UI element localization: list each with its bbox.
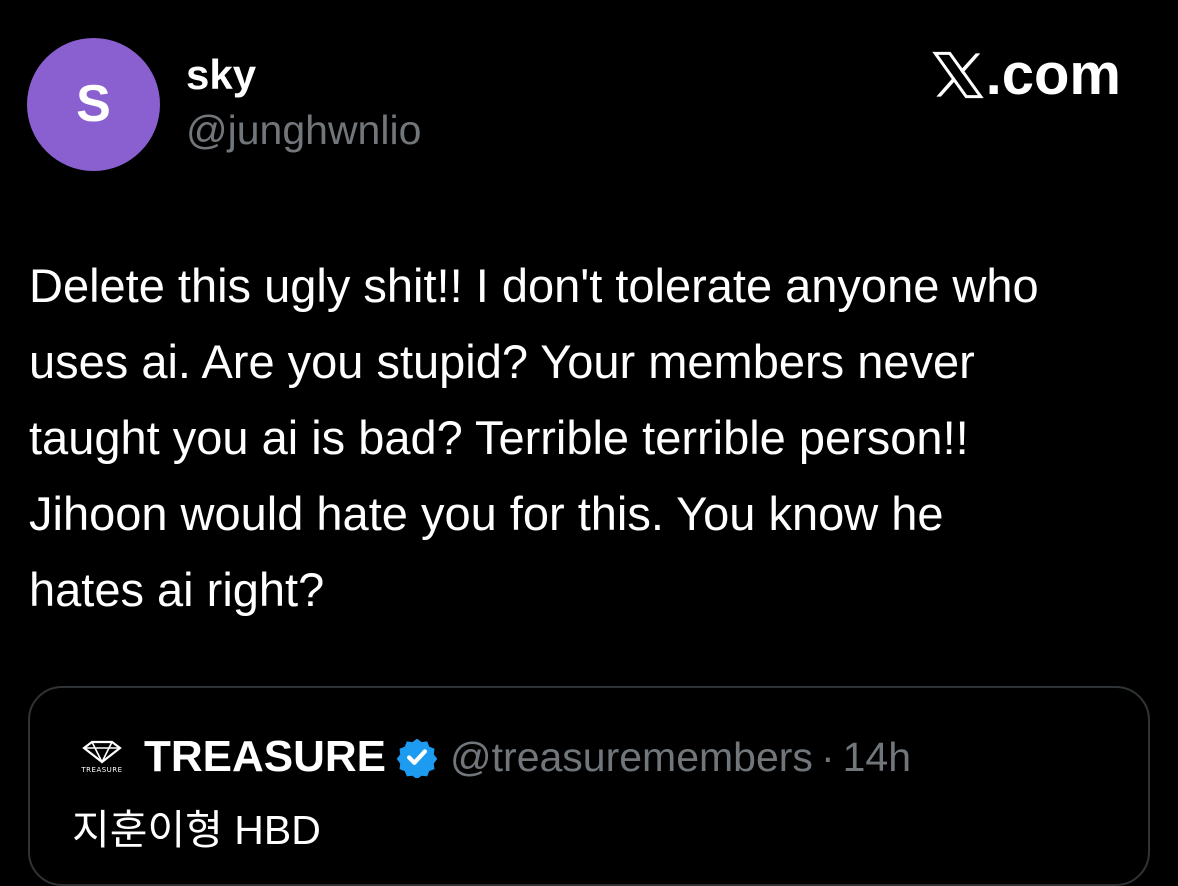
- quoted-tweet-header: TREASURE TREASURE @treasuremembers · 14h: [74, 732, 911, 782]
- avatar-initial: S: [76, 74, 111, 133]
- quoted-tweet-timestamp[interactable]: 14h: [843, 734, 911, 781]
- quoted-tweet-text: 지훈이형 HBD: [72, 807, 321, 853]
- treasure-logo-text: TREASURE: [81, 766, 123, 774]
- verified-badge-icon: [396, 738, 438, 778]
- quoted-tweet-card[interactable]: TREASURE TREASURE @treasuremembers · 14h…: [28, 686, 1150, 886]
- brand-watermark: .com: [931, 42, 1121, 107]
- quoted-author-name[interactable]: TREASURE: [144, 732, 386, 782]
- tweet-text: Delete this ugly shit!! I don't tolerate…: [29, 259, 1039, 616]
- separator-dot: ·: [820, 733, 835, 780]
- treasure-logo-icon[interactable]: TREASURE: [74, 733, 130, 781]
- author-display-name[interactable]: sky: [186, 51, 256, 98]
- brand-suffix: .com: [985, 42, 1121, 107]
- author-handle[interactable]: @junghwnlio: [186, 107, 421, 153]
- tweet-author-avatar[interactable]: S: [27, 38, 160, 171]
- quoted-author-handle[interactable]: @treasuremembers: [450, 734, 813, 781]
- x-logo-icon: [931, 51, 984, 99]
